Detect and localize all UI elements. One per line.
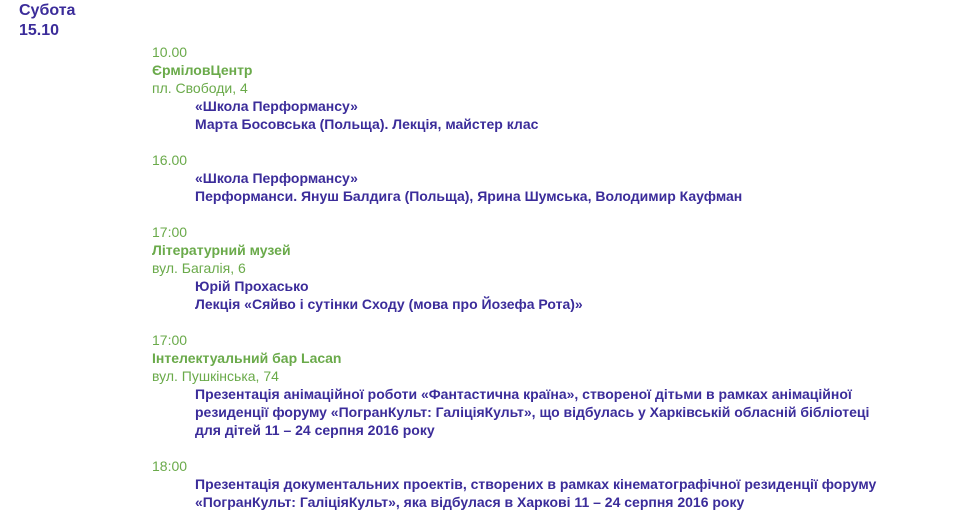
event-line: для дітей 11 – 24 серпня 2016 року <box>195 422 435 438</box>
event-time: 16.00 <box>152 152 188 168</box>
event-address: вул. Багалія, 6 <box>152 260 246 276</box>
event-line: Презентація анімаційної роботи «Фантасти… <box>195 386 852 402</box>
event-time: 17:00 <box>152 224 188 240</box>
event-line: Марта Босовська (Польща). Лекція, майсте… <box>195 116 539 132</box>
event-line: Лекція «Сяйво і сутінки Сходу (мова про … <box>195 296 583 312</box>
event-address: вул. Пушкінська, 74 <box>152 368 279 384</box>
event-item: 18:00 Презентація документальних проекті… <box>152 457 962 511</box>
event-time: 17:00 <box>152 332 188 348</box>
event-line: «Школа Перформансу» <box>195 98 358 114</box>
event-line: «ПогранКульт: ГаліціяКульт», яка відбула… <box>195 494 745 510</box>
event-venue: Літературний музей <box>152 242 291 258</box>
event-venue: ЄрміловЦентр <box>152 62 253 78</box>
event-line: «Школа Перформансу» <box>195 170 358 186</box>
event-venue: Інтелектуальний бар Lacan <box>152 350 342 366</box>
event-description: Презентація документальних проектів, ств… <box>195 475 962 511</box>
day-heading: Субота 15.10 <box>19 1 75 41</box>
event-item: 16.00 «Школа Перформансу» Перформанси. Я… <box>152 151 962 205</box>
event-item: 17:00 Літературний музей вул. Багалія, 6… <box>152 223 962 313</box>
event-line: Презентація документальних проектів, ств… <box>195 476 877 492</box>
event-time: 10.00 <box>152 44 188 60</box>
event-item: 17:00 Інтелектуальний бар Lacan вул. Пуш… <box>152 331 962 439</box>
event-description: Юрій Прохасько Лекція «Сяйво і сутінки С… <box>195 277 962 313</box>
event-line: Юрій Прохасько <box>195 278 309 294</box>
event-list: 10.00 ЄрміловЦентр пл. Свободи, 4 «Школа… <box>152 43 962 529</box>
event-address: пл. Свободи, 4 <box>152 80 248 96</box>
event-description: «Школа Перформансу» Марта Босовська (Пол… <box>195 97 962 133</box>
date: 15.10 <box>19 22 60 39</box>
event-item: 10.00 ЄрміловЦентр пл. Свободи, 4 «Школа… <box>152 43 962 133</box>
event-description: «Школа Перформансу» Перформанси. Януш Ба… <box>195 169 962 205</box>
event-time: 18:00 <box>152 458 188 474</box>
weekday: Субота <box>19 2 76 19</box>
event-line: Перформанси. Януш Балдига (Польща), Ярин… <box>195 188 743 204</box>
event-description: Презентація анімаційної роботи «Фантасти… <box>195 385 962 439</box>
event-line: резиденції форуму «ПогранКульт: ГаліціяК… <box>195 404 870 420</box>
